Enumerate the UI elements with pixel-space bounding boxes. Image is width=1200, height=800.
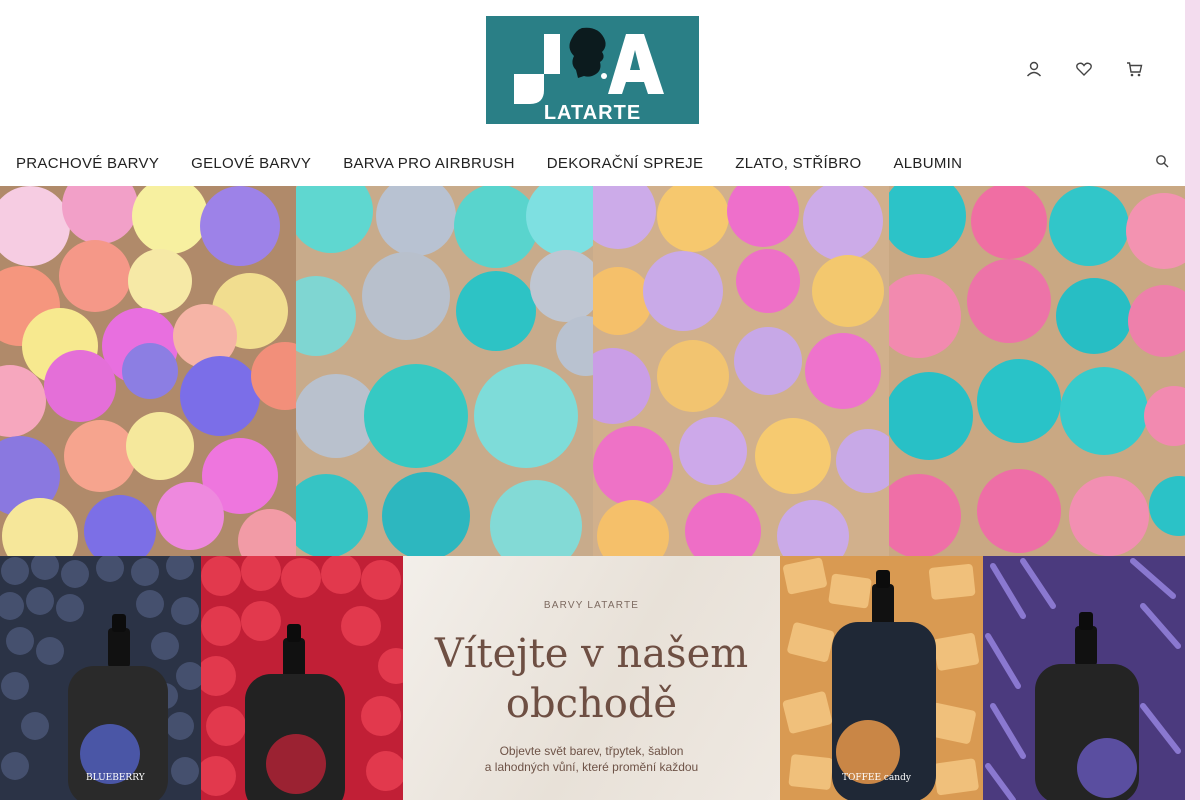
main-navigation: PRACHOVÉ BARVY GELOVÉ BARVY BARVA PRO AI…	[0, 140, 1185, 186]
hero-image-macarons-pastel[interactable]	[0, 186, 297, 556]
hero-image-macarons-pink-purple-yellow[interactable]	[592, 186, 889, 556]
nav-item-airbrush[interactable]: BARVA PRO AIRBRUSH	[327, 155, 531, 172]
blueberry-label-text: BLUEBERRY	[86, 773, 146, 783]
toffee-label-text: TOFFEE candy	[842, 773, 912, 783]
page-scrollbar[interactable]	[1185, 0, 1200, 800]
product-image-blueberry[interactable]: BLUEBERRY	[0, 556, 201, 800]
nav-item-zlato-stribro[interactable]: ZLATO, STŘÍBRO	[719, 155, 877, 172]
header-icon-group	[1023, 58, 1145, 80]
hero-image-macarons-turquoise-grey[interactable]	[296, 186, 593, 556]
nav-item-albumin[interactable]: ALBUMIN	[877, 155, 978, 172]
product-showcase-row: BLUEBERRY BARVY LATARTE Vítejte v našem …	[0, 556, 1185, 800]
product-image-raspberry[interactable]	[201, 556, 403, 800]
promo-kicker: BARVY LATARTE	[543, 600, 640, 611]
user-icon[interactable]	[1023, 58, 1045, 80]
promo-subtitle-line-1: Objevte svět barev, třpytek, šablon	[499, 744, 684, 758]
promo-title-line-1: Vítejte v našem	[434, 631, 749, 677]
brand-logo[interactable]: LATARTE	[486, 16, 699, 124]
nav-item-prachove-barvy[interactable]: PRACHOVÉ BARVY	[0, 155, 175, 172]
hero-image-macarons-pink-turquoise[interactable]	[888, 186, 1185, 556]
search-icon[interactable]	[1155, 154, 1171, 170]
promo-subtitle: Objevte svět barev, třpytek, šablon a la…	[403, 743, 780, 775]
logo-wordmark: LATARTE	[543, 102, 642, 124]
hero-banner	[0, 186, 1185, 556]
promo-title: Vítejte v našem obchodě	[403, 629, 780, 729]
heart-icon[interactable]	[1073, 58, 1095, 80]
nav-item-gelove-barvy[interactable]: GELOVÉ BARVY	[175, 155, 327, 172]
product-image-lavender[interactable]	[983, 556, 1185, 800]
promo-title-line-2: obchodě	[505, 681, 678, 727]
welcome-promo-card[interactable]: BARVY LATARTE Vítejte v našem obchodě Ob…	[403, 556, 780, 800]
cart-icon[interactable]	[1123, 58, 1145, 80]
promo-subtitle-line-2: a lahodných vůní, které promění každou	[484, 760, 699, 774]
nav-item-dekoracni-spreje[interactable]: DEKORAČNÍ SPREJE	[531, 155, 720, 172]
site-header: LATARTE	[0, 0, 1185, 140]
product-image-toffee[interactable]: TOFFEE candy	[780, 556, 983, 800]
